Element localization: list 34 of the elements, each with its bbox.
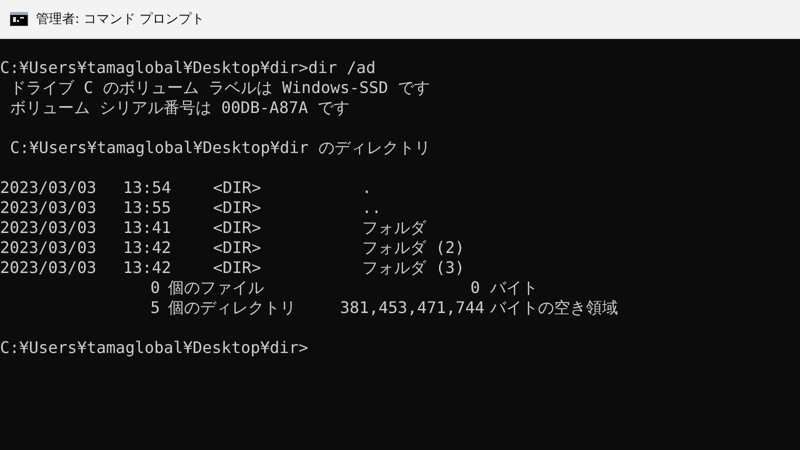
entry-type: <DIR> (213, 198, 262, 218)
entry-date: 2023/03/03 (0, 218, 98, 238)
volume-info-line: ボリューム シリアル番号は 00DB-A87A です (10, 98, 350, 118)
entry-date: 2023/03/03 (0, 178, 98, 198)
entry-name: . (362, 178, 373, 198)
entry-type: <DIR> (213, 178, 262, 198)
window-title: 管理者: コマンド プロンプト (36, 11, 205, 28)
entry-date: 2023/03/03 (0, 198, 98, 218)
summary-count: 5 (149, 298, 160, 318)
entry-name: .. (362, 198, 382, 218)
entry-name: フォルダ (3) (362, 258, 466, 278)
summary-unit: バイト (489, 278, 539, 298)
entry-type: <DIR> (213, 218, 262, 238)
summary-count: 0 (149, 278, 160, 298)
entry-name: フォルダ (362, 218, 428, 238)
command-prompt: C:¥Users¥tamaglobal¥Desktop¥dir> (0, 338, 308, 358)
terminal-icon (10, 12, 28, 26)
entry-type: <DIR> (213, 238, 262, 258)
entry-date: 2023/03/03 (0, 258, 98, 278)
entry-type: <DIR> (213, 258, 262, 278)
summary-label: 個のディレクトリ (167, 298, 297, 318)
entry-time: 13:42 (123, 238, 172, 258)
entry-name: フォルダ (2) (362, 238, 466, 258)
entry-time: 13:55 (123, 198, 172, 218)
volume-info-line: ドライブ C のボリューム ラベルは Windows-SSD です (10, 78, 430, 98)
command-line: C:¥Users¥tamaglobal¥Desktop¥dir>dir /ad (0, 58, 376, 78)
entry-date: 2023/03/03 (0, 238, 98, 258)
entry-time: 13:41 (123, 218, 172, 238)
summary-size: 0 (469, 278, 480, 298)
entry-time: 13:42 (123, 258, 172, 278)
summary-label: 個のファイル (167, 278, 265, 298)
directory-heading: C:¥Users¥tamaglobal¥Desktop¥dir のディレクトリ (10, 138, 430, 158)
entry-time: 13:54 (123, 178, 172, 198)
summary-unit: バイトの空き領域 (489, 298, 619, 318)
